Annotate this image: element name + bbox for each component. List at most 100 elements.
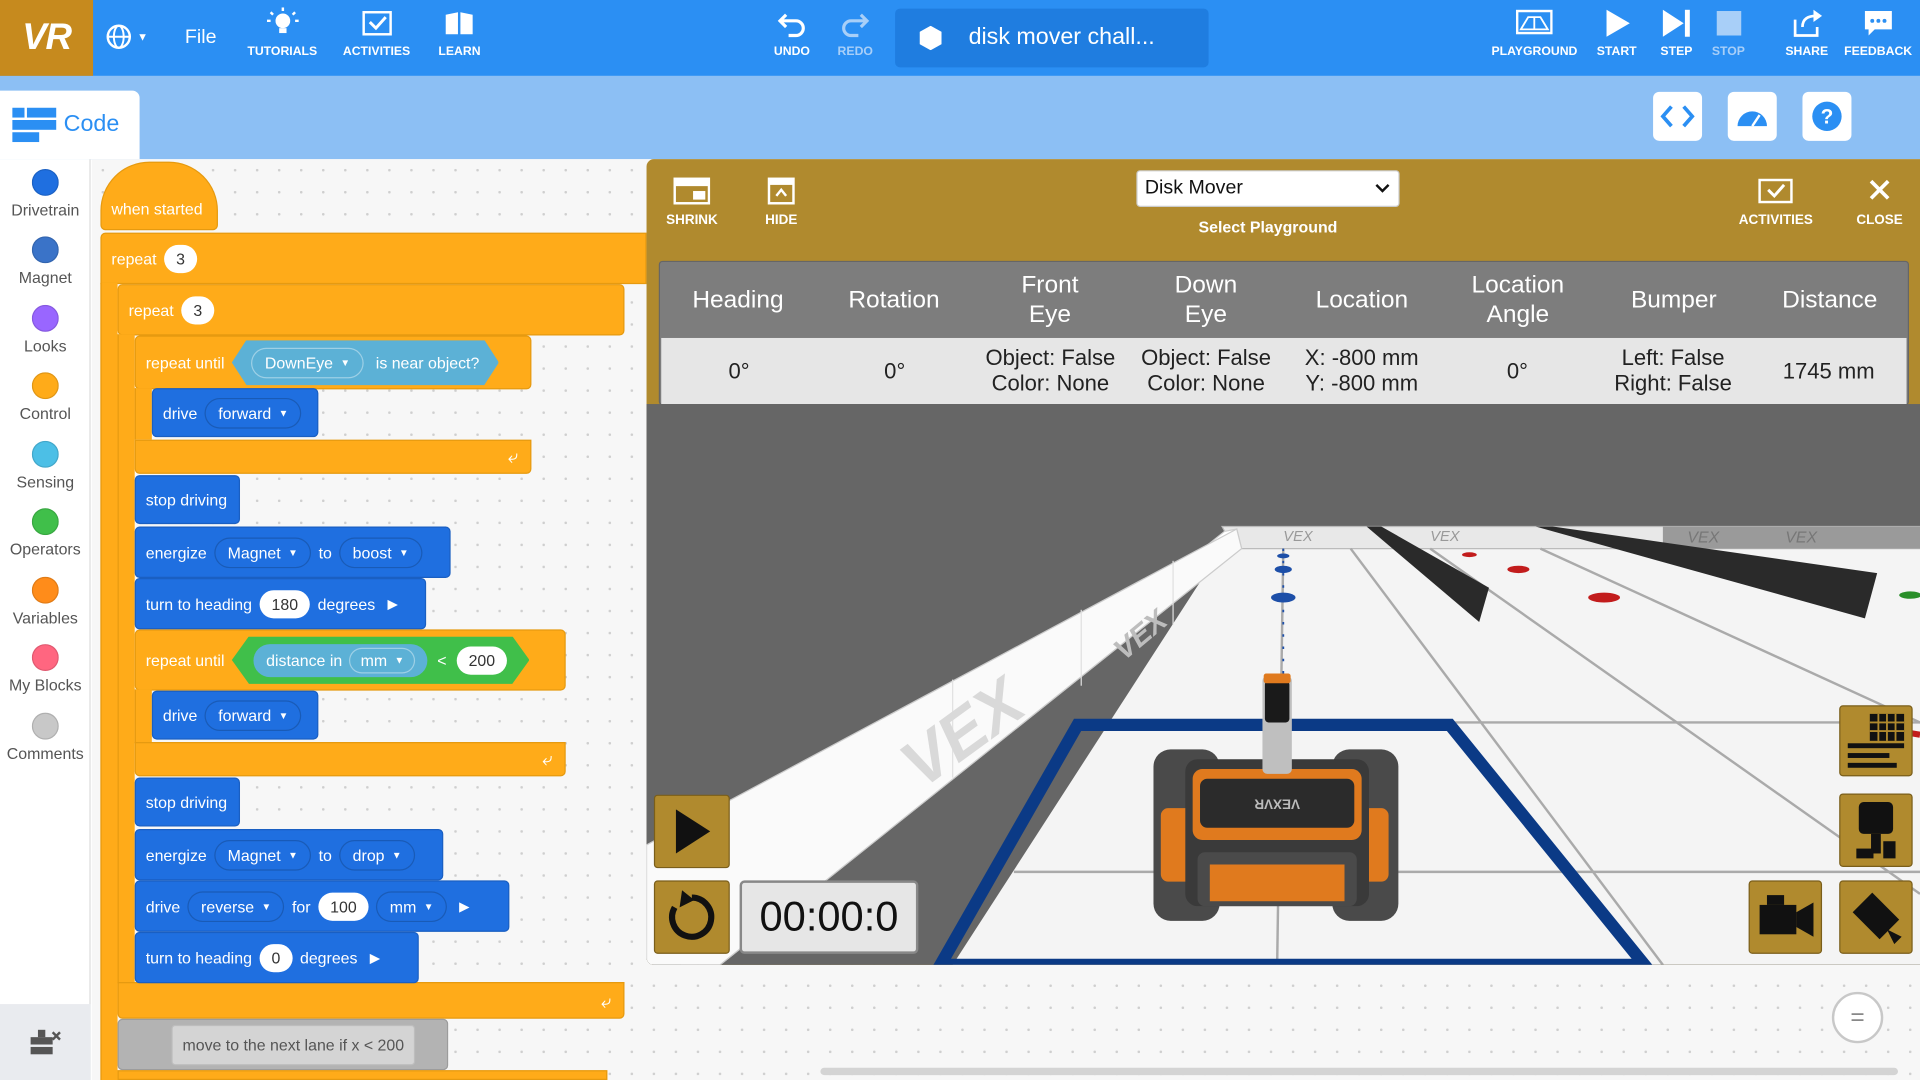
block-label: repeat	[128, 300, 174, 319]
run-simulation-button[interactable]	[653, 794, 730, 869]
downeye-near-object-condition[interactable]: DownEye is near object?	[232, 340, 499, 385]
code-blocks-icon	[12, 107, 57, 143]
share-button[interactable]: SHARE	[1785, 7, 1828, 59]
repeat-until-block-1[interactable]: repeat until DownEye is near object?	[134, 335, 532, 390]
category-magnet[interactable]: Magnet	[0, 236, 91, 287]
control-color-dot	[31, 372, 59, 400]
stop-button[interactable]: STOP	[1712, 7, 1745, 59]
stop-driving-block-1[interactable]: stop driving	[134, 475, 241, 525]
redo-label: REDO	[837, 45, 873, 59]
playground-label: PLAYGROUND	[1491, 45, 1578, 59]
reset-simulation-button[interactable]	[653, 880, 730, 954]
magnet-mode-dropdown[interactable]: drop	[339, 839, 416, 871]
shrink-button[interactable]: SHRINK	[666, 176, 718, 228]
sensor-dropdown[interactable]: DownEye	[251, 347, 363, 378]
step-button[interactable]: STEP	[1660, 7, 1692, 59]
category-operators[interactable]: Operators	[0, 508, 91, 558]
block-label: stop driving	[145, 792, 228, 812]
feedback-icon	[1864, 11, 1892, 36]
back-wall-vex-logo-3: VEX	[1687, 529, 1720, 546]
category-label: My Blocks	[9, 675, 82, 695]
undo-button[interactable]: UNDO	[774, 7, 810, 59]
distance-threshold-input[interactable]: 200	[456, 646, 507, 674]
comment-block[interactable]: move to the next lane if x < 200	[171, 1024, 416, 1066]
unit-dropdown[interactable]: mm	[376, 890, 447, 922]
start-button[interactable]: START	[1597, 7, 1637, 59]
code-tab[interactable]: Code	[0, 90, 140, 160]
redo-button[interactable]: REDO	[837, 7, 873, 59]
category-sensing[interactable]: Sensing	[0, 440, 91, 491]
category-drivetrain[interactable]: Drivetrain	[0, 168, 91, 219]
turn-to-heading-block-1[interactable]: turn to heading 180 degrees ▶	[134, 577, 427, 630]
category-comments[interactable]: Comments	[0, 712, 91, 763]
repeat-inner-footer: ⤶	[117, 982, 625, 1019]
category-control[interactable]: Control	[0, 372, 91, 422]
extensions-button[interactable]	[0, 1004, 91, 1080]
top-down-camera-button[interactable]	[1839, 880, 1913, 954]
monitor-dashboard-button[interactable]	[1727, 91, 1777, 141]
repeat-until-block-2[interactable]: repeat until distance in mm < 200	[134, 629, 566, 691]
stats-value-bumper: Left: False Right: False	[1614, 345, 1732, 396]
close-button[interactable]: CLOSE	[1856, 176, 1903, 228]
dashboard-view-button[interactable]	[1839, 705, 1913, 777]
category-my-blocks[interactable]: My Blocks	[0, 644, 91, 694]
drivetrain-color-dot	[31, 168, 59, 196]
help-button[interactable]: ?	[1802, 91, 1852, 141]
next-block-edge	[117, 1070, 608, 1080]
block-label: energize	[145, 543, 207, 562]
learn-button[interactable]: LEARN	[438, 7, 481, 59]
magnet-dropdown[interactable]: Magnet	[214, 536, 312, 568]
energize-magnet-boost-block[interactable]: energize Magnet toboost	[134, 526, 451, 578]
category-variables[interactable]: Variables	[0, 576, 91, 627]
stats-header-down-eye: Down Eye	[1174, 271, 1238, 329]
hexagon-icon	[919, 25, 942, 51]
hide-button[interactable]: HIDE	[763, 176, 800, 228]
drive-forward-block-2[interactable]: drive forward	[151, 690, 319, 740]
zoom-reset-button[interactable]: =	[1831, 991, 1884, 1044]
drive-forward-block-1[interactable]: drive forward	[151, 388, 319, 438]
distance-less-than-condition[interactable]: distance in mm < 200	[232, 636, 530, 684]
block-label: when started	[111, 198, 203, 218]
workspace-horizontal-scrollbar[interactable]	[820, 1067, 1898, 1076]
playground-select[interactable]: Disk Mover	[1136, 170, 1400, 207]
drive-distance-input[interactable]: 100	[317, 892, 369, 921]
select-playground-label: Select Playground	[1198, 217, 1338, 237]
energize-magnet-drop-block[interactable]: energize Magnet todrop	[134, 828, 444, 881]
block-label: for	[292, 896, 311, 916]
repeat-until-1-arm	[134, 388, 152, 440]
direction-dropdown[interactable]: forward	[204, 397, 302, 428]
sensing-color-dot	[31, 440, 59, 468]
code-viewer-button[interactable]	[1653, 91, 1703, 141]
file-menu[interactable]: File	[185, 27, 217, 49]
magnet-dropdown[interactable]: Magnet	[214, 839, 312, 871]
category-label: Magnet	[18, 268, 72, 287]
driver-view-button[interactable]	[1839, 793, 1913, 867]
project-title[interactable]: disk mover chall...	[895, 8, 1209, 68]
magnet-mode-dropdown[interactable]: boost	[339, 536, 423, 568]
heading-input[interactable]: 0	[259, 943, 293, 972]
block-label: repeat	[111, 249, 157, 268]
heading-input[interactable]: 180	[259, 589, 311, 618]
repeat-block-inner[interactable]: repeat 3	[117, 284, 625, 336]
distance-reporter[interactable]: distance in mm	[254, 643, 428, 676]
playground-button[interactable]: PLAYGROUND	[1491, 7, 1578, 59]
repeat-count-input[interactable]: 3	[181, 295, 215, 324]
tutorials-button[interactable]: TUTORIALS	[247, 7, 317, 59]
feedback-button[interactable]: FEEDBACK	[1844, 7, 1912, 59]
camera-view-button[interactable]	[1748, 880, 1823, 954]
question-icon: ?	[1812, 101, 1842, 132]
vr-logo[interactable]: VR	[0, 0, 94, 76]
language-menu[interactable]: ▼	[105, 23, 148, 50]
turn-to-heading-block-2[interactable]: turn to heading 0 degrees ▶	[134, 931, 419, 984]
direction-dropdown[interactable]: reverse	[187, 890, 285, 922]
unit-dropdown[interactable]: mm	[350, 647, 416, 673]
repeat-block-outer[interactable]: repeat 3	[100, 232, 647, 285]
repeat-count-input[interactable]: 3	[163, 244, 198, 273]
hide-icon	[767, 177, 795, 205]
activities-button[interactable]: ACTIVITIES	[343, 7, 410, 59]
playground-activities-button[interactable]: ACTIVITIES	[1739, 176, 1813, 228]
stop-driving-block-2[interactable]: stop driving	[134, 777, 241, 827]
drive-reverse-for-block[interactable]: drive reverse for 100mm ▶	[134, 880, 510, 932]
category-looks[interactable]: Looks	[0, 304, 91, 355]
direction-dropdown[interactable]: forward	[204, 699, 302, 731]
